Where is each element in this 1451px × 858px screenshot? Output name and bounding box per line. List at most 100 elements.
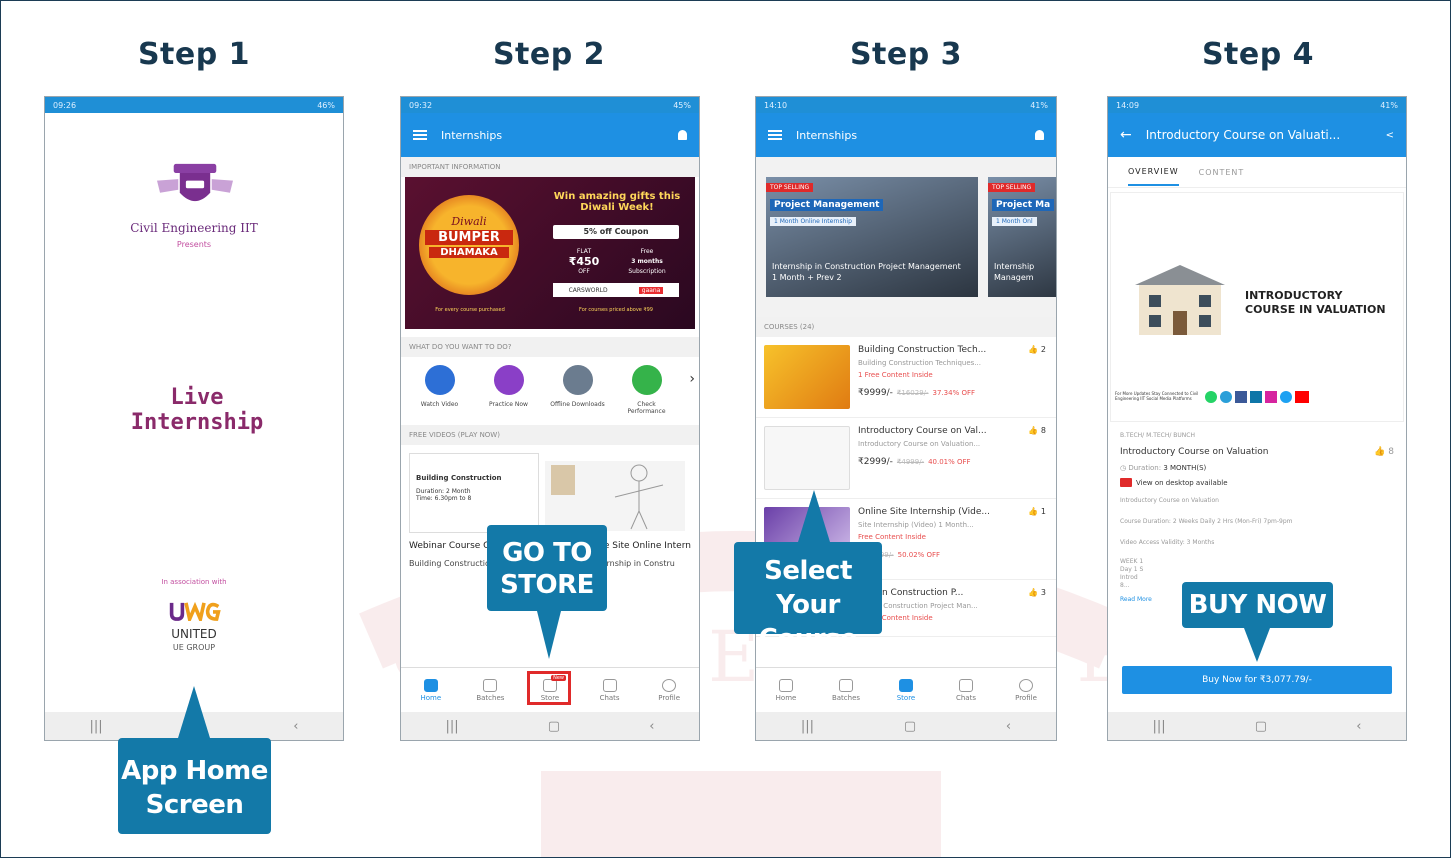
nav-store[interactable]: Store New — [526, 670, 571, 705]
course-discount: 37.34% OFF — [932, 389, 976, 397]
twitter-icon[interactable] — [1280, 391, 1292, 403]
nav-home[interactable]: Home — [411, 678, 451, 702]
action-offline-downloads[interactable]: Offline Downloads — [550, 365, 606, 415]
duration-row: ◷ Duration: 3 MONTH(S) — [1120, 464, 1394, 472]
free-months: 3 months — [631, 258, 663, 265]
free-content: 1 Free Content Inside — [858, 371, 933, 379]
nav-batches[interactable]: Batches — [470, 678, 510, 702]
featured-carousel: TOP SELLING Project Management 1 Month O… — [756, 157, 1056, 317]
share-icon[interactable]: < — [1386, 130, 1394, 141]
featured-subtitle: 1 Month Online Internship — [770, 217, 856, 226]
batches-icon — [839, 678, 853, 692]
chevron-right-icon[interactable]: › — [689, 371, 695, 387]
action-label: Offline Downloads — [550, 401, 605, 408]
detail-tabs: OVERVIEW CONTENT — [1108, 157, 1406, 188]
nav-chats[interactable]: Chats — [590, 678, 630, 702]
featured-card-1[interactable]: TOP SELLING Project Management 1 Month O… — [766, 177, 978, 297]
featured-card-2[interactable]: TOP SELLING Project Ma 1 Month Onl Inter… — [988, 177, 1056, 297]
callout-text: GO TO STORE — [500, 538, 594, 600]
nav-label: Home — [420, 693, 442, 702]
course-old-price: ₹16029/- — [896, 389, 929, 397]
likes-count: 👍 3 — [1028, 588, 1046, 597]
section-free-videos: FREE VIDEOS (PLAY NOW) — [401, 425, 699, 445]
nav-store[interactable]: Store — [886, 678, 926, 702]
recent-apps-icon[interactable]: ||| — [1153, 719, 1166, 734]
house-illustration-icon — [1135, 265, 1225, 335]
course-poster: INTRODUCTORY COURSE IN VALUATION For Mor… — [1110, 192, 1404, 422]
nav-profile[interactable]: Profile — [649, 678, 689, 702]
youtube-icon[interactable] — [1295, 391, 1309, 403]
top-selling-badge: TOP SELLING — [988, 183, 1036, 192]
whatsapp-icon[interactable] — [1205, 391, 1217, 403]
bumper-line1: Diwali — [451, 215, 487, 228]
buy-now-button[interactable]: Buy Now for ₹3,077.79/- — [1122, 666, 1392, 694]
instagram-icon[interactable] — [1265, 391, 1277, 403]
recent-apps-icon[interactable]: ||| — [446, 719, 459, 734]
home-sys-icon[interactable]: ▢ — [904, 719, 916, 734]
nav-chats[interactable]: Chats — [946, 678, 986, 702]
nav-label: Chats — [955, 693, 976, 702]
partner-gaana: gaana — [638, 286, 664, 294]
notification-bell-icon[interactable] — [1035, 130, 1044, 140]
course-title-row: Introductory Course on Valuation 👍 8 — [1120, 447, 1394, 457]
action-practice-now[interactable]: Practice Now — [481, 365, 537, 415]
likes-count: 👍 2 — [1028, 345, 1046, 354]
back-icon[interactable]: ‹ — [649, 719, 654, 734]
step-4-title: Step 4 — [1201, 37, 1315, 72]
diwali-banner[interactable]: Diwali BUMPER DHAMAKA Win amazing gifts … — [405, 177, 695, 329]
telegram-icon[interactable] — [1220, 391, 1232, 403]
course-price-line: ₹2999/- ₹4999/- 40.01% OFF — [858, 457, 1048, 467]
video-card-1[interactable]: Building Construction Duration: 2 Month … — [409, 453, 539, 533]
facebook-icon[interactable] — [1235, 391, 1247, 403]
likes-value: 2 — [1040, 345, 1046, 354]
menu-icon[interactable] — [768, 130, 782, 140]
nav-batches[interactable]: Batches — [826, 678, 866, 702]
back-icon[interactable]: ‹ — [293, 719, 298, 734]
bottom-nav: Home Batches Store New Chats Profile — [401, 667, 699, 712]
likes-count: 👍 1 — [1028, 507, 1046, 516]
desc-line-1: Introductory Course on Valuation — [1120, 497, 1219, 504]
internship-text: Internship — [130, 410, 264, 435]
social-icons — [1205, 391, 1309, 403]
action-label: Practice Now — [489, 401, 528, 408]
action-watch-video[interactable]: Watch Video — [412, 365, 468, 415]
store-icon — [899, 678, 913, 692]
course-title: Online Site Internship (Vide... — [858, 507, 990, 517]
linkedin-icon[interactable] — [1250, 391, 1262, 403]
store-highlight-box — [526, 670, 571, 705]
menu-icon[interactable] — [413, 130, 427, 140]
callout-select-course: Select Your Course — [734, 490, 882, 654]
back-arrow-icon[interactable]: ← — [1120, 127, 1132, 143]
status-time: 14:09 — [1116, 100, 1140, 110]
callout-pointer — [178, 686, 210, 738]
recent-apps-icon[interactable]: ||| — [90, 719, 103, 734]
back-icon[interactable]: ‹ — [1006, 719, 1011, 734]
home-icon — [423, 678, 438, 692]
banner-footer-left: For every course purchased — [435, 307, 505, 313]
tab-overview[interactable]: OVERVIEW — [1128, 159, 1179, 186]
home-sys-icon[interactable]: ▢ — [548, 719, 560, 734]
course-row-1[interactable]: Building Construction Tech... Building C… — [756, 337, 1056, 418]
back-icon[interactable]: ‹ — [1356, 719, 1361, 734]
desktop-icon — [1120, 478, 1132, 487]
tab-content[interactable]: CONTENT — [1199, 168, 1245, 177]
live-internship-logo: Live Internship — [107, 385, 287, 435]
uwg-logo-icon — [169, 601, 221, 621]
partner-strip: CARSWORLD gaana — [553, 283, 679, 297]
tutorial-page: C I V I L E N G I N E E R I N G Step 1 S… — [0, 0, 1451, 858]
callout-app-home: App Home Screen — [118, 686, 271, 834]
featured-caption: Internship in Construction Project Manag… — [772, 262, 961, 282]
system-nav-bar: ||| ▢ ‹ — [756, 712, 1056, 740]
notification-bell-icon[interactable] — [678, 130, 687, 140]
nav-profile[interactable]: Profile — [1006, 678, 1046, 702]
step-3-title: Step 3 — [849, 37, 963, 72]
course-title: Introductory Course on Valuation — [1120, 447, 1269, 457]
action-check-performance[interactable]: Check Performance — [619, 365, 675, 415]
recent-apps-icon[interactable]: ||| — [801, 719, 814, 734]
featured-caption: Internship Managem — [994, 262, 1035, 282]
course-row-2[interactable]: Introductory Course on Val... Introducto… — [756, 418, 1056, 499]
nav-home[interactable]: Home — [766, 678, 806, 702]
home-sys-icon[interactable]: ▢ — [1255, 719, 1267, 734]
callout-pointer — [798, 490, 830, 542]
course-price: ₹9999/- — [858, 388, 893, 398]
